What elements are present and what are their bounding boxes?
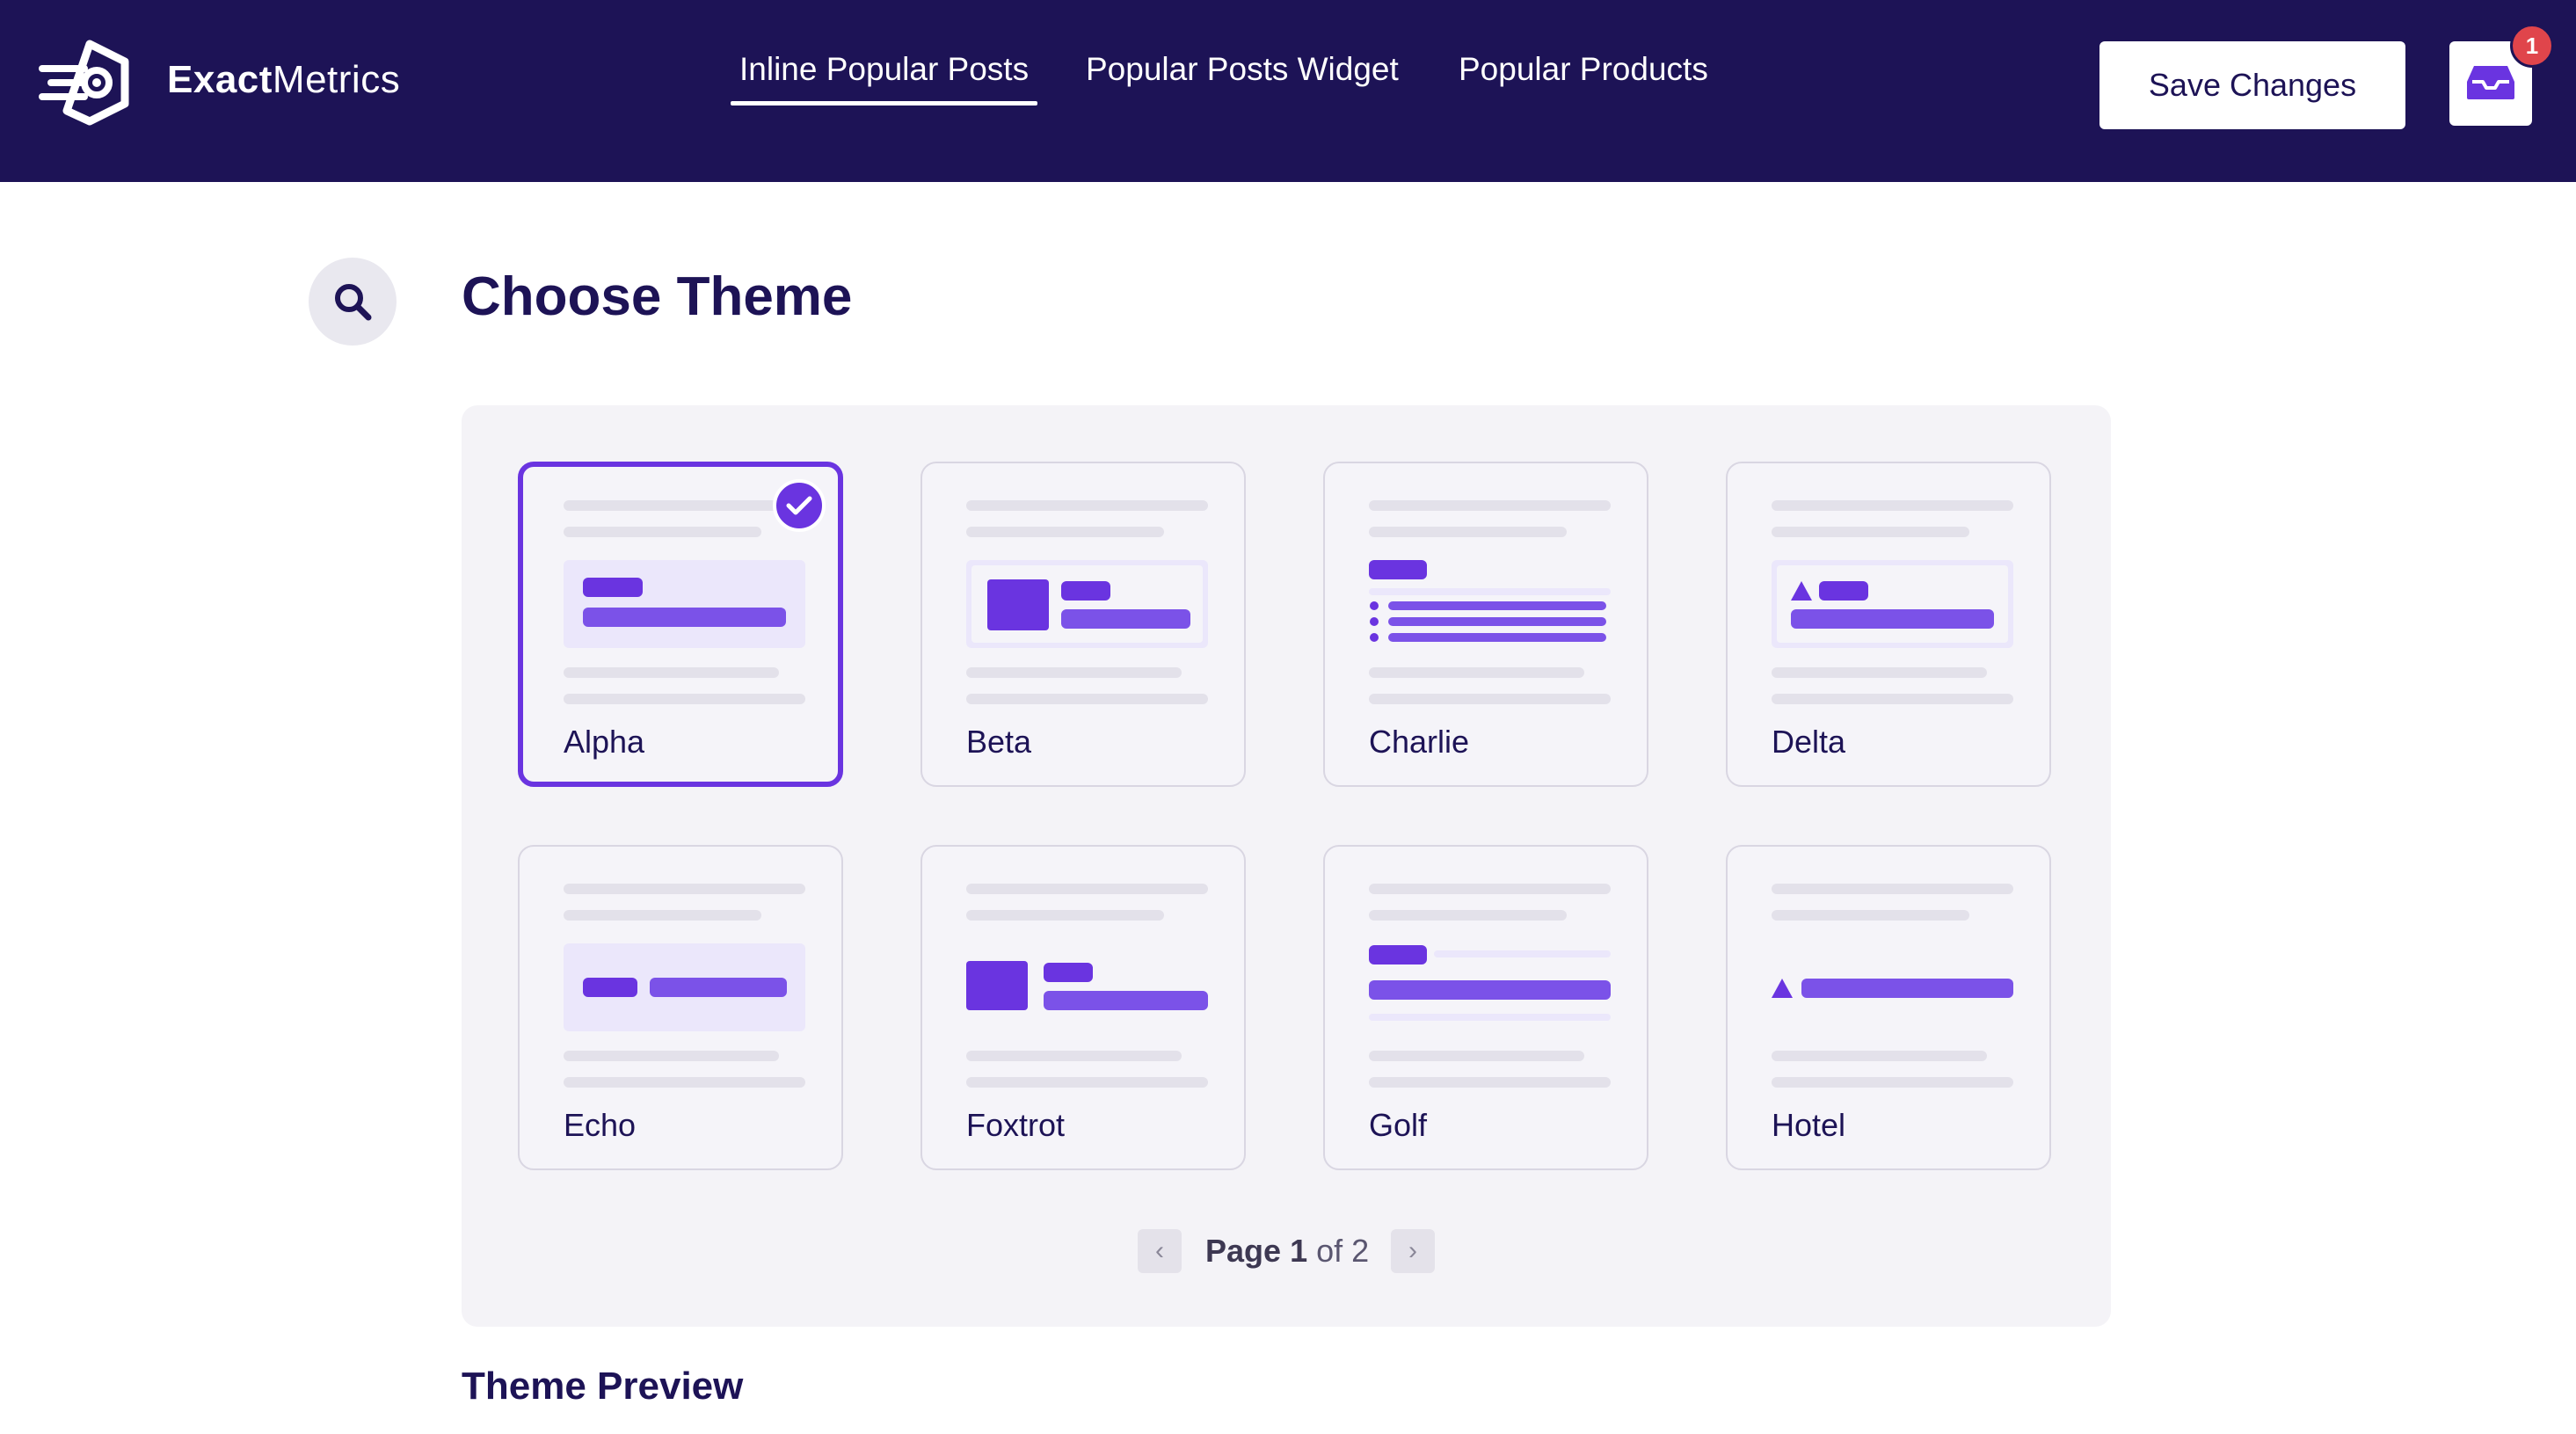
theme-preview-heading: Theme Preview (462, 1365, 744, 1408)
inbox-icon (2467, 66, 2514, 99)
check-icon (786, 496, 812, 515)
exactmetrics-logo-icon[interactable] (39, 39, 137, 127)
brand-name-bold: Exact (167, 58, 273, 101)
theme-name: Alpha (564, 724, 645, 760)
theme-card-foxtrot[interactable]: Foxtrot (921, 845, 1246, 1170)
brand-name: ExactMetrics (167, 58, 400, 102)
search-button[interactable] (309, 258, 397, 346)
theme-name: Charlie (1369, 724, 1470, 760)
chevron-left-icon: ‹ (1155, 1236, 1164, 1265)
page-word: Page (1205, 1233, 1282, 1269)
theme-card-delta[interactable]: Delta (1726, 462, 2051, 787)
theme-card-golf[interactable]: Golf (1323, 845, 1648, 1170)
tab-popular-posts-widget[interactable]: Popular Posts Widget (1086, 51, 1399, 106)
theme-name: Beta (966, 724, 1032, 760)
theme-name: Golf (1369, 1107, 1428, 1143)
total-pages: 2 (1351, 1233, 1370, 1269)
theme-card-beta[interactable]: Beta (921, 462, 1246, 787)
tab-inline-popular-posts[interactable]: Inline Popular Posts (730, 51, 1038, 106)
theme-card-charlie[interactable]: Charlie (1323, 462, 1648, 787)
theme-name: Echo (564, 1107, 637, 1143)
theme-card-echo[interactable]: Echo (518, 845, 843, 1170)
next-page-button[interactable]: › (1391, 1229, 1435, 1273)
theme-name: Hotel (1772, 1107, 1846, 1143)
page-title: Choose Theme (462, 266, 853, 327)
selected-check-badge (773, 479, 826, 532)
theme-name: Delta (1772, 724, 1846, 760)
save-changes-button[interactable]: Save Changes (2099, 41, 2405, 129)
theme-card-hotel[interactable]: Hotel (1726, 845, 2051, 1170)
top-navigation-bar: ExactMetrics Inline Popular Posts Popula… (0, 0, 2576, 182)
theme-picker-panel: Alpha Beta Charlie Delta Echo Foxtrot Go… (462, 405, 2111, 1327)
current-page: 1 (1290, 1233, 1308, 1269)
theme-name: Foxtrot (966, 1107, 1066, 1143)
pagination-status: Page 1 of 2 (1205, 1229, 1369, 1273)
of-word: of (1316, 1233, 1343, 1269)
chevron-right-icon: › (1408, 1236, 1417, 1265)
theme-card-alpha[interactable]: Alpha (518, 462, 843, 787)
notification-count-badge: 1 (2510, 24, 2554, 68)
tab-popular-products[interactable]: Popular Products (1459, 51, 1708, 106)
brand-name-light: Metrics (272, 58, 401, 101)
previous-page-button[interactable]: ‹ (1138, 1229, 1182, 1273)
search-icon (335, 284, 372, 321)
